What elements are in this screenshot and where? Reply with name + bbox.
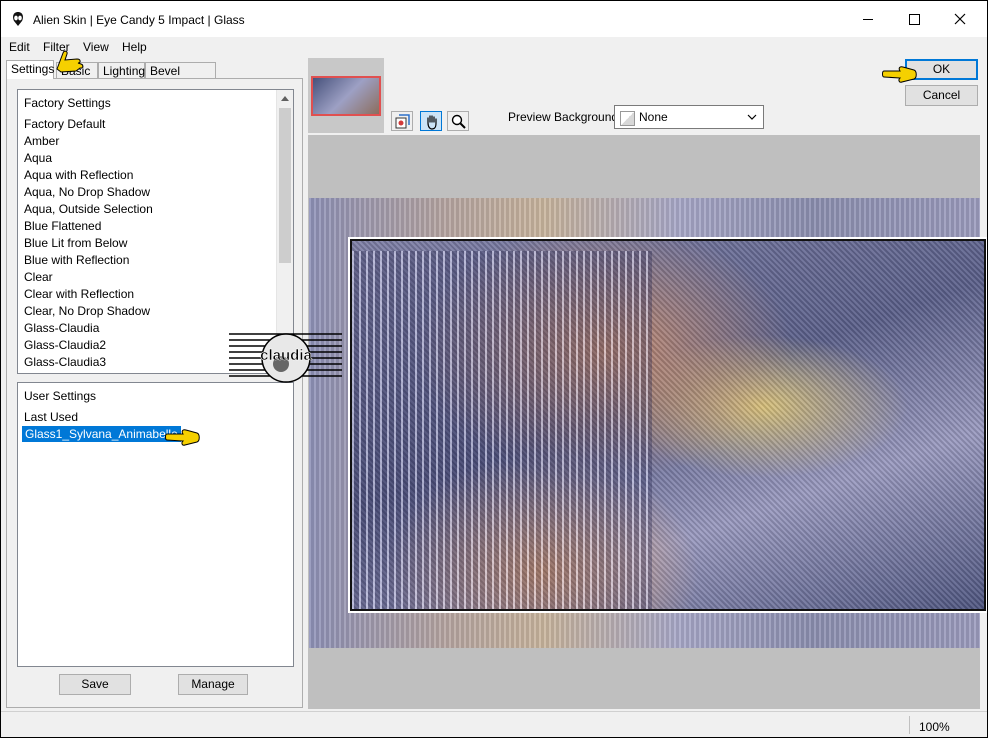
title-bar: Alien Skin | Eye Candy 5 Impact | Glass <box>1 1 987 37</box>
manage-button[interactable]: Manage <box>178 674 248 695</box>
list-item[interactable]: Glass-Claudia3 <box>24 354 106 370</box>
alien-skin-icon <box>10 11 26 27</box>
chevron-down-icon <box>747 114 757 120</box>
list-item[interactable]: Aqua with Reflection <box>24 167 133 183</box>
scroll-thumb[interactable] <box>279 108 291 263</box>
preview-toggle-icon <box>395 114 410 129</box>
save-button[interactable]: Save <box>59 674 131 695</box>
zoom-level: 100% <box>919 720 950 734</box>
factory-settings-header: Factory Settings <box>24 96 111 110</box>
list-item[interactable]: Aqua, No Drop Shadow <box>24 184 150 200</box>
preview-image <box>309 198 987 648</box>
status-divider <box>909 716 910 734</box>
list-item-selected[interactable]: Glass1_Sylvana_Animabelle <box>22 426 181 442</box>
list-item[interactable]: Last Used <box>24 409 78 425</box>
user-settings-header: User Settings <box>24 389 97 403</box>
preview-background-label: Preview Background: <box>508 110 622 124</box>
menu-bar: Edit Filter View Help <box>1 37 987 57</box>
preview-toggle-button[interactable] <box>391 111 413 131</box>
preview-background-value: None <box>639 110 668 124</box>
menu-help[interactable]: Help <box>122 40 147 54</box>
eye-candy-window: Alien Skin | Eye Candy 5 Impact | Glass … <box>1 1 987 737</box>
hand-icon <box>427 115 437 130</box>
list-item[interactable]: Clear, No Drop Shadow <box>24 303 150 319</box>
watermark-logo-icon: claudia <box>229 333 342 383</box>
pointer-hand-icon <box>882 63 918 88</box>
close-icon <box>954 13 966 25</box>
list-item[interactable]: Factory Default <box>24 116 105 132</box>
preview-image-inner <box>348 237 987 613</box>
navigator-frame[interactable] <box>311 76 381 116</box>
list-item[interactable]: Aqua, Outside Selection <box>24 201 153 217</box>
list-item[interactable]: Amber <box>24 133 59 149</box>
menu-edit[interactable]: Edit <box>9 40 30 54</box>
zoom-icon <box>451 114 466 129</box>
list-item[interactable]: Clear <box>24 269 53 285</box>
user-settings-list[interactable]: User Settings Last Used Glass1_Sylvana_A… <box>17 382 294 667</box>
list-item[interactable]: Blue with Reflection <box>24 252 129 268</box>
list-item[interactable]: Clear with Reflection <box>24 286 134 302</box>
list-item[interactable]: Blue Lit from Below <box>24 235 127 251</box>
close-button[interactable] <box>937 1 983 37</box>
tab-settings[interactable]: Settings <box>6 60 54 79</box>
preview-background-select[interactable]: None <box>614 105 764 129</box>
list-item[interactable]: Blue Flattened <box>24 218 101 234</box>
claudia-watermark: claudia <box>229 330 342 383</box>
cancel-button[interactable]: Cancel <box>905 85 978 106</box>
list-item[interactable]: Glass-Claudia <box>24 320 99 336</box>
hand-tool-button[interactable] <box>420 111 442 131</box>
status-bar: 100% <box>1 711 987 737</box>
preview-stripes <box>352 251 652 609</box>
tab-lighting[interactable]: Lighting <box>98 62 145 79</box>
list-item[interactable]: Aqua <box>24 150 52 166</box>
minimize-button[interactable] <box>845 1 891 37</box>
background-swatch-icon <box>620 111 635 126</box>
pointer-hand-icon <box>53 49 87 76</box>
window-title: Alien Skin | Eye Candy 5 Impact | Glass <box>33 13 245 27</box>
tab-bevel-profile[interactable]: Bevel Profile <box>145 62 216 95</box>
zoom-tool-button[interactable] <box>447 111 469 131</box>
maximize-button[interactable] <box>891 1 937 37</box>
svg-text:claudia: claudia <box>260 347 312 364</box>
scroll-up-icon[interactable] <box>277 90 294 107</box>
preview-navigator[interactable] <box>308 58 384 133</box>
preview-canvas[interactable] <box>308 135 987 709</box>
pointer-hand-icon <box>165 426 201 451</box>
list-item[interactable]: Glass-Claudia2 <box>24 337 106 353</box>
